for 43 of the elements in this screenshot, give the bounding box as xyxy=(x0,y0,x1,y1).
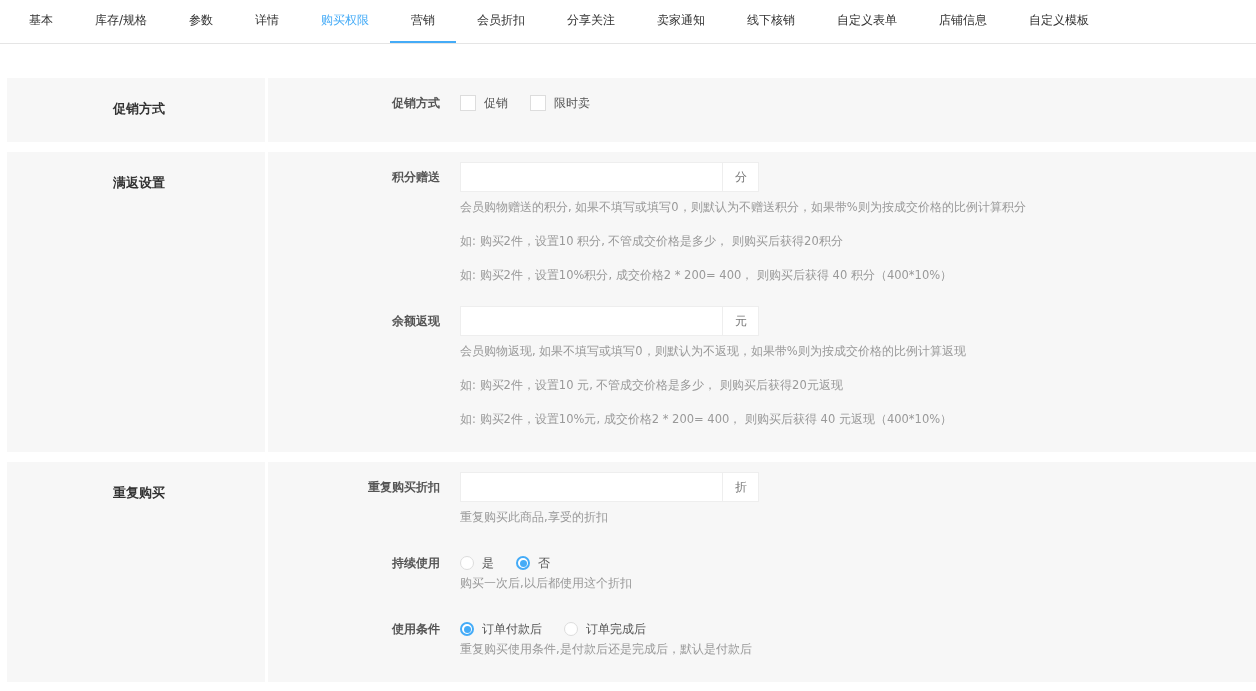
field-label: 积分赠送 xyxy=(391,169,441,186)
radio-button[interactable] xyxy=(460,622,474,636)
help-text: 重复购买使用条件,是付款后还是完成后，默认是付款后 xyxy=(460,641,752,658)
checkbox[interactable] xyxy=(460,95,476,111)
tab[interactable]: 会员折扣 xyxy=(456,0,547,43)
radio-button[interactable] xyxy=(516,556,530,570)
checkbox-label: 限时卖 xyxy=(554,94,590,112)
radio-label: 否 xyxy=(538,554,550,572)
help-text: 重复购买此商品,享受的折扣 xyxy=(460,509,609,526)
tab[interactable]: 基本 xyxy=(8,0,74,43)
tab[interactable]: 参数 xyxy=(168,0,235,43)
tab[interactable]: 分享关注 xyxy=(546,0,637,43)
field-label: 余额返现 xyxy=(391,313,441,330)
unit-addon: 折 xyxy=(722,472,759,502)
help-text: 会员购物赠送的积分, 如果不填写或填写0，则默认为不赠送积分，如果带%则为按成交价格的比例计算积分 xyxy=(460,199,1026,216)
help-text: 如: 购买2件，设置10 元, 不管成交价格是多少， 则购买后获得20元返现 xyxy=(460,377,844,394)
radio-label: 是 xyxy=(482,554,494,572)
help-text: 如: 购买2件，设置10%元, 成交价格2 * 200= 400， 则购买后获得 40 元返现（400*10%） xyxy=(460,411,954,428)
checkbox-label: 促销 xyxy=(484,94,508,112)
help-text: 如: 购买2件，设置10%积分, 成交价格2 * 200= 400， 则购买后获得 40 积分（400*10%） xyxy=(460,267,954,284)
field-label: 促销方式 xyxy=(390,95,441,112)
tab[interactable]: 营销 xyxy=(390,0,457,43)
tab[interactable]: 卖家通知 xyxy=(636,0,727,43)
field-label: 重复购买折扣 xyxy=(367,479,441,496)
radio-label: 订单付款后 xyxy=(482,620,542,638)
help-text: 如: 购买2件，设置10 积分, 不管成交价格是多少， 则购买后获得20积分 xyxy=(460,233,844,250)
section-title: 促销方式 xyxy=(113,100,166,118)
field-label: 持续使用 xyxy=(391,555,441,572)
section-title: 重复购买 xyxy=(113,484,166,502)
radio-label: 订单完成后 xyxy=(586,620,646,638)
field-label: 使用条件 xyxy=(391,621,441,638)
unit-addon: 元 xyxy=(722,306,759,336)
unit-addon: 分 xyxy=(722,162,759,192)
checkbox[interactable] xyxy=(530,95,546,111)
tab[interactable]: 自定义模板 xyxy=(1008,0,1111,43)
help-text: 会员购物返现, 如果不填写或填写0，则默认为不返现，如果带%则为按成交价格的比例计算返现 xyxy=(460,343,966,360)
tab[interactable]: 自定义表单 xyxy=(816,0,919,43)
section-title: 满返设置 xyxy=(113,174,166,192)
tab[interactable]: 详情 xyxy=(234,0,301,43)
tab[interactable]: 线下核销 xyxy=(726,0,817,43)
tab[interactable]: 库存/规格 xyxy=(74,0,169,43)
help-text: 购买一次后,以后都使用这个折扣 xyxy=(460,575,632,592)
tab[interactable]: 店铺信息 xyxy=(918,0,1009,43)
